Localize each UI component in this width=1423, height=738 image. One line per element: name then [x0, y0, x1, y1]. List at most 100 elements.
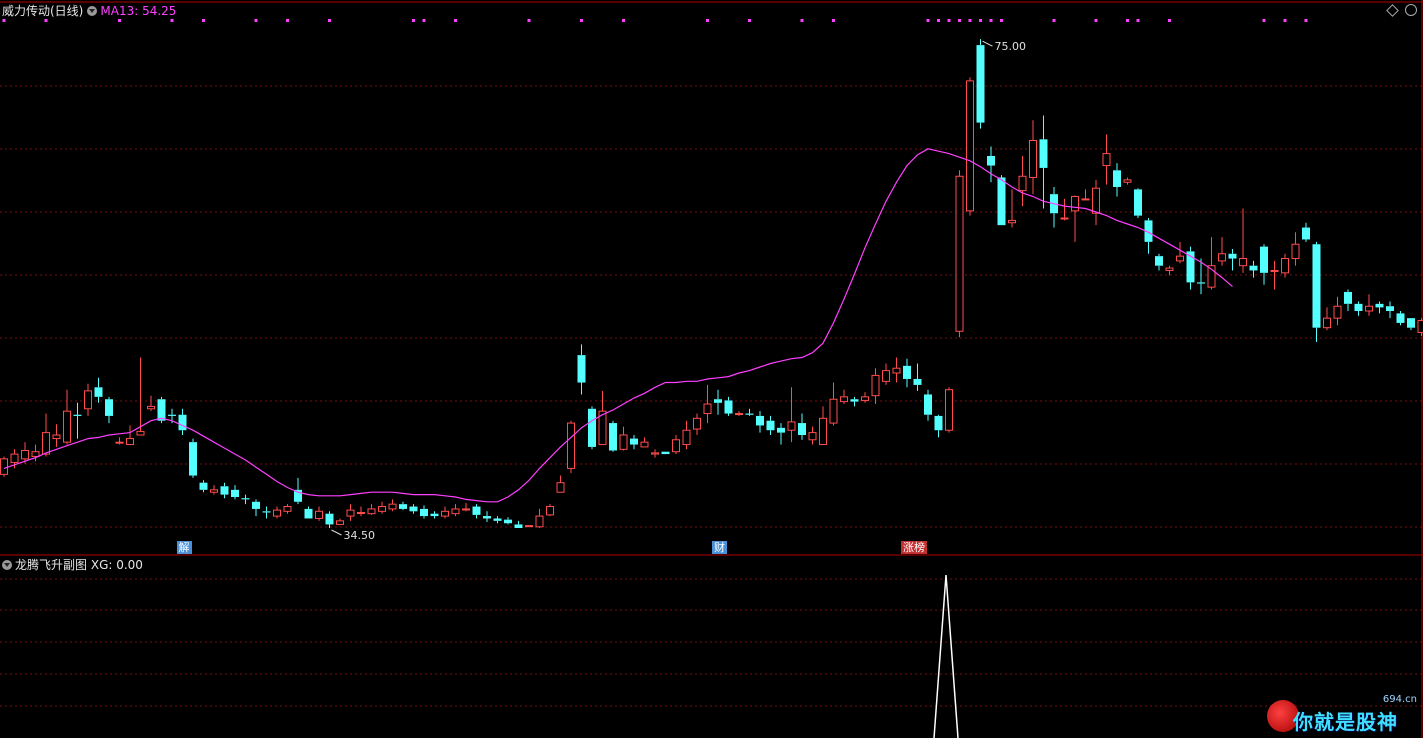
candle-down — [199, 482, 208, 490]
candle-down — [724, 400, 733, 414]
candle-up — [31, 451, 40, 457]
candle-up — [1008, 219, 1016, 224]
candle-down — [178, 414, 187, 431]
candle-down — [577, 355, 586, 383]
candle-down — [1113, 170, 1121, 187]
candle-down — [262, 511, 271, 513]
candle-down — [903, 365, 911, 379]
candle-down — [1039, 139, 1048, 168]
candle-up — [1323, 317, 1331, 329]
candle-up — [1270, 269, 1279, 272]
candle-down — [766, 420, 775, 431]
candlestick-chart: 75.00 34.50 — [0, 0, 1423, 738]
candle-up — [1071, 196, 1079, 212]
candle-up — [871, 374, 880, 397]
candle-up — [955, 175, 964, 332]
candle-down — [756, 415, 764, 426]
signal-marker — [1126, 19, 1129, 22]
event-tag-zhangbang[interactable]: 涨榜 — [901, 541, 927, 554]
candle-down — [1134, 189, 1142, 216]
candle-down — [420, 508, 428, 517]
candle-down — [714, 399, 722, 403]
signal-marker — [527, 19, 531, 22]
candle-down — [304, 508, 313, 519]
candle-down — [220, 486, 229, 495]
candle-up — [1365, 305, 1373, 312]
candle-up — [1092, 187, 1100, 214]
candle-up — [966, 80, 974, 212]
signal-marker — [44, 19, 48, 22]
candle-up — [283, 506, 292, 512]
candle-up — [892, 367, 901, 374]
candle-down — [157, 399, 166, 421]
candle-up — [640, 441, 649, 448]
dropdown-circle-icon[interactable] — [87, 6, 98, 16]
candle-up — [0, 458, 8, 475]
candle-down — [231, 489, 239, 497]
signal-marker — [947, 19, 951, 22]
candle-up — [1018, 175, 1027, 192]
candle-up — [451, 508, 460, 515]
candle-up — [1029, 140, 1037, 178]
signal-marker — [170, 19, 174, 22]
candle-up — [42, 432, 50, 455]
candle-down — [1302, 227, 1310, 240]
candle-down — [850, 399, 859, 402]
signal-marker — [748, 19, 751, 22]
candle-up — [556, 482, 565, 493]
signal-marker — [800, 19, 804, 22]
candle-down — [504, 519, 512, 524]
candle-up — [273, 509, 281, 517]
candle-down — [609, 423, 617, 451]
ma13-line — [3, 148, 1233, 503]
signal-marker — [2, 19, 6, 22]
dropdown-circle-icon[interactable] — [2, 560, 12, 570]
candle-down — [325, 513, 334, 525]
candle-up — [1176, 255, 1184, 262]
watermark-text: 你就是股神 — [1293, 710, 1398, 734]
signal-marker — [979, 19, 982, 22]
signal-marker — [937, 19, 940, 22]
indicator-title: 龙腾飞升副图 — [15, 558, 88, 572]
candle-down — [168, 414, 176, 416]
candle-down — [1312, 244, 1321, 328]
low-price-label: 34.50 — [344, 529, 376, 542]
candle-up — [703, 403, 712, 415]
candle-down — [934, 415, 943, 431]
main-chart-header: 威力传动(日线) MA13: 54.25 — [2, 4, 176, 18]
watermark: 你就是股神 694.cn — [1267, 694, 1417, 734]
candle-down — [1228, 253, 1237, 259]
ma13-legend: MA13: 54.25 — [100, 4, 177, 18]
circle-icon[interactable] — [1405, 4, 1417, 16]
candle-down — [1396, 313, 1405, 323]
candle-down — [1344, 291, 1352, 304]
candle-down — [777, 427, 785, 433]
signal-marker — [412, 19, 415, 22]
signal-marker — [706, 19, 709, 22]
signal-marker — [286, 19, 289, 22]
candle-up — [882, 370, 890, 382]
candle-down — [472, 506, 481, 515]
signal-marker — [1304, 19, 1308, 22]
candle-up — [357, 512, 365, 514]
low-arrow — [331, 529, 342, 536]
candle-up — [441, 510, 449, 517]
candle-down — [514, 524, 523, 528]
candle-up — [651, 452, 659, 455]
candle-down — [409, 506, 418, 512]
event-tag-cai[interactable]: 财 — [712, 541, 727, 554]
signal-marker — [202, 19, 205, 22]
candle-down — [1249, 265, 1258, 271]
candle-down — [924, 394, 932, 415]
candle-up — [210, 489, 218, 493]
candle-up — [52, 434, 61, 440]
candle-up — [1060, 217, 1069, 220]
stock-title: 威力传动(日线) — [2, 4, 84, 18]
signal-marker — [1000, 19, 1003, 22]
event-tag-jie[interactable]: 解 — [176, 541, 192, 554]
signal-marker — [1168, 19, 1171, 22]
signal-marker — [328, 19, 331, 22]
candle-down — [1386, 306, 1394, 311]
candle-up — [1102, 153, 1111, 167]
candle-down — [987, 156, 995, 166]
